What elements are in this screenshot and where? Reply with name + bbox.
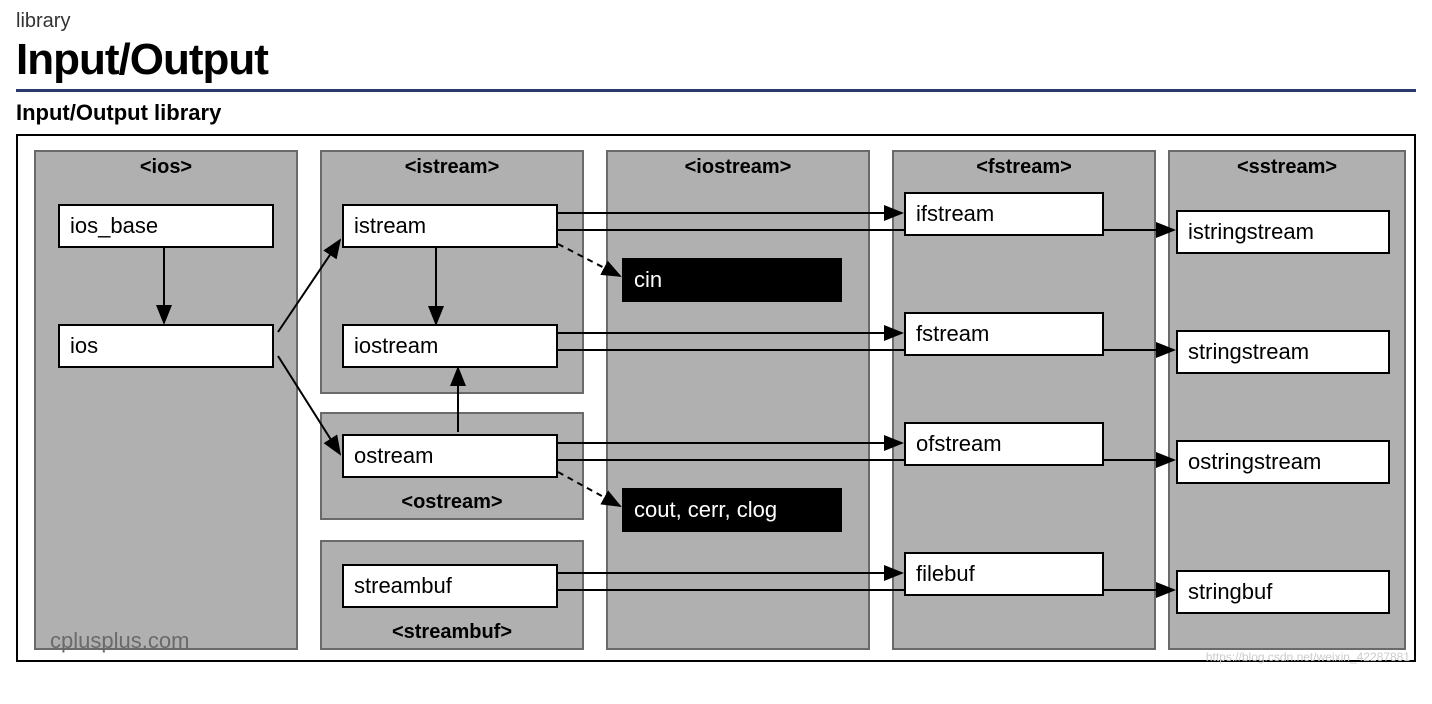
divider (16, 89, 1416, 92)
node-istream[interactable]: istream (342, 204, 558, 248)
arrow-ios-to-istream (278, 240, 340, 332)
breadcrumb: library (16, 10, 1416, 33)
watermark-cplusplus: cplusplus.com (50, 628, 189, 654)
arrow-ostream-to-cout_clog (558, 472, 620, 506)
node-ios-base[interactable]: ios_base (58, 204, 274, 248)
watermark-csdn: https://blog.csdn.net/weixin_42287881 (1206, 650, 1410, 664)
arrow-istream-to-cin (558, 244, 620, 276)
node-cin[interactable]: cin (622, 258, 842, 302)
node-filebuf[interactable]: filebuf (904, 552, 1104, 596)
arrow-ios-to-ostream (278, 356, 340, 454)
section-title: Input/Output library (16, 100, 1416, 126)
node-cout-cerr-clog[interactable]: cout, cerr, clog (622, 488, 842, 532)
node-ofstream[interactable]: ofstream (904, 422, 1104, 466)
node-ostream[interactable]: ostream (342, 434, 558, 478)
node-streambuf[interactable]: streambuf (342, 564, 558, 608)
node-stringbuf[interactable]: stringbuf (1176, 570, 1390, 614)
node-istringstream[interactable]: istringstream (1176, 210, 1390, 254)
node-fstream-class[interactable]: fstream (904, 312, 1104, 356)
node-stringstream[interactable]: stringstream (1176, 330, 1390, 374)
node-ostringstream[interactable]: ostringstream (1176, 440, 1390, 484)
node-iostream-class[interactable]: iostream (342, 324, 558, 368)
page-title: Input/Output (16, 35, 1416, 85)
diagram: <ios> <istream> <ostream> <streambuf> <i… (16, 134, 1416, 662)
node-ios[interactable]: ios (58, 324, 274, 368)
node-ifstream[interactable]: ifstream (904, 192, 1104, 236)
